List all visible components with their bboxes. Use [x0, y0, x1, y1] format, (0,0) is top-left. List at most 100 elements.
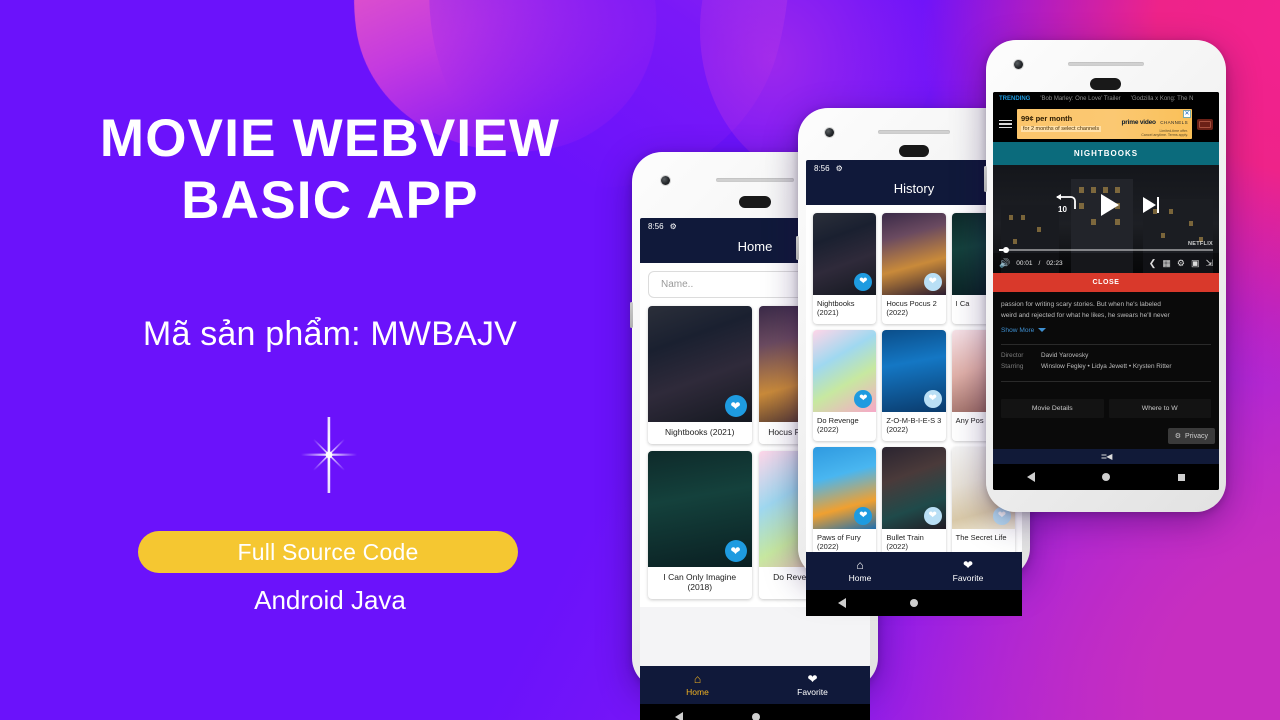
ad-brand-sub: CHANNELS: [1160, 119, 1188, 125]
movie-title: Paws of Fury (2022): [817, 532, 861, 551]
grid-icon[interactable]: ▦: [1162, 258, 1171, 268]
nav-item-favorite[interactable]: ❤ Favorite: [914, 552, 1022, 590]
prime-video-ad-banner[interactable]: 99¢ per month for 2 months of select cha…: [1017, 109, 1192, 139]
video-player[interactable]: 10 NETFLIX 🔊 00:01 / 02:23 ❮ ▦ ⚙ ▣ ⇲: [993, 165, 1219, 273]
keyboard-icon[interactable]: ≣◀: [1101, 452, 1113, 461]
ad-headline: 99¢ per month: [1021, 114, 1073, 124]
full-source-code-button[interactable]: Full Source Code: [138, 531, 518, 573]
side-button[interactable]: [984, 166, 987, 192]
tab-where-to-watch[interactable]: Where to W: [1108, 398, 1211, 418]
ad-brand: prime video: [1121, 118, 1156, 126]
nav-item-home[interactable]: ⌂ Home: [640, 666, 755, 704]
favorite-heart-icon[interactable]: ❤: [724, 539, 747, 562]
movie-poster[interactable]: ❤: [813, 446, 877, 529]
play-icon[interactable]: [1100, 194, 1119, 216]
ad-close-icon[interactable]: ✕: [1183, 110, 1191, 118]
earpiece-speaker: [878, 130, 950, 134]
privacy-badge[interactable]: ⚙ Privacy: [1167, 428, 1215, 444]
earpiece-speaker: [716, 178, 794, 182]
movie-poster[interactable]: ❤: [882, 329, 946, 412]
movie-poster[interactable]: ❤: [648, 306, 752, 422]
gear-icon: ⚙: [669, 222, 677, 231]
favorite-heart-icon[interactable]: ❤: [923, 506, 942, 525]
credit-value: Winslow Fegley • Lidya Jewett • Krysten …: [1041, 362, 1172, 370]
movie-title: Hocus Pocus 2 (2022): [886, 299, 937, 318]
credit-key: Director: [1001, 351, 1024, 359]
back-icon[interactable]: [838, 598, 847, 608]
home-icon[interactable]: [910, 599, 919, 607]
gear-icon: ⚙: [1174, 433, 1182, 440]
movie-poster[interactable]: ❤: [813, 213, 877, 295]
tab-movie-details[interactable]: Movie Details: [1001, 398, 1104, 418]
title-line-1: MOVIE WEBVIEW: [99, 109, 561, 168]
player-transport-controls: 10: [993, 193, 1219, 217]
movie-card[interactable]: ❤ I Can Only Imagine (2018): [648, 450, 752, 599]
home-icon: ⌂: [856, 558, 864, 572]
close-button[interactable]: CLOSE: [993, 273, 1219, 292]
side-button[interactable]: [630, 302, 633, 328]
rewind-10-icon[interactable]: 10: [1053, 193, 1077, 217]
movie-card[interactable]: ❤ Hocus Pocus 2 (2022): [882, 213, 946, 324]
movie-card[interactable]: ❤ Do Revenge (2022): [813, 329, 877, 441]
next-icon[interactable]: [1142, 197, 1160, 213]
camera-icon: [661, 176, 670, 185]
home-icon[interactable]: [1102, 473, 1111, 481]
gear-icon[interactable]: ⚙: [1177, 258, 1185, 268]
phone3-screen: TRENDING 'Bob Marley: One Love' Trailer …: [993, 92, 1219, 490]
gear-icon: ⚙: [835, 164, 843, 173]
status-time: 8:56: [648, 222, 664, 231]
movie-poster[interactable]: ❤: [882, 213, 946, 295]
nav-item-favorite[interactable]: ❤ Favorite: [755, 666, 870, 704]
movie-card[interactable]: ❤ Nightbooks (2021): [648, 306, 752, 444]
recents-icon[interactable]: [1178, 473, 1186, 481]
trending-item-1[interactable]: 'Godzilla x Kong: The N: [1131, 96, 1194, 102]
movie-card[interactable]: ❤ Nightbooks (2021): [813, 213, 877, 324]
movie-poster[interactable]: ❤: [648, 450, 752, 567]
movie-title: Do Revenge (2022): [817, 415, 859, 435]
product-code: Mã sản phẩm: MWBAJV: [142, 315, 518, 353]
show-more-label: Show More: [1001, 326, 1035, 334]
nav-item-label: Favorite: [797, 687, 828, 697]
back-icon[interactable]: [674, 712, 683, 720]
movie-poster[interactable]: ❤: [813, 329, 877, 412]
home-icon[interactable]: [751, 713, 760, 720]
phone-mockup-player: TRENDING 'Bob Marley: One Love' Trailer …: [984, 40, 1226, 512]
sensor-pill: [739, 196, 771, 208]
privacy-label: Privacy: [1185, 432, 1208, 440]
movie-title: Nightbooks (2021): [665, 427, 735, 437]
movie-title: Nightbooks (2021): [817, 299, 855, 318]
android-navigation-bar: [993, 464, 1219, 490]
heart-icon: ❤: [807, 672, 818, 686]
favorite-heart-icon[interactable]: ❤: [724, 395, 747, 417]
credit-value: David Yarovesky: [1041, 351, 1089, 359]
chevron-down-icon: [1038, 328, 1047, 333]
divider: [1001, 380, 1211, 382]
ticket-icon[interactable]: [1197, 118, 1213, 130]
side-button[interactable]: [796, 236, 799, 260]
movie-poster[interactable]: ❤: [882, 446, 946, 529]
movie-card[interactable]: ❤ Paws of Fury (2022): [813, 446, 877, 552]
promo-panel: MOVIE WEBVIEW BASIC APP Mã sản phẩm: MWB…: [0, 0, 660, 720]
movie-card[interactable]: ❤ Z-O-M-B-I-E-S 3 (2022): [882, 329, 946, 441]
hamburger-icon[interactable]: [999, 119, 1012, 129]
share-icon[interactable]: ❮: [1149, 258, 1157, 268]
favorite-heart-icon[interactable]: ❤: [923, 389, 942, 408]
sensor-pill: [1090, 78, 1121, 90]
earpiece-speaker: [1068, 62, 1144, 66]
netflix-watermark: NETFLIX: [1187, 241, 1213, 247]
favorite-heart-icon[interactable]: ❤: [854, 389, 873, 408]
show-more-link[interactable]: Show More: [1001, 327, 1211, 334]
movie-card[interactable]: ❤ Bullet Train (2022): [882, 446, 946, 552]
fullscreen-icon[interactable]: ⇲: [1205, 258, 1213, 268]
trending-item-0[interactable]: 'Bob Marley: One Love' Trailer: [1040, 96, 1120, 102]
favorite-heart-icon[interactable]: ❤: [923, 273, 942, 291]
picture-in-picture-icon[interactable]: ▣: [1191, 258, 1200, 268]
back-icon[interactable]: [1026, 472, 1035, 482]
nav-item-home[interactable]: ⌂ Home: [806, 552, 914, 590]
seek-bar[interactable]: [999, 247, 1213, 253]
android-navigation-bar: [640, 704, 870, 720]
camera-icon: [825, 128, 834, 137]
favorite-heart-icon[interactable]: ❤: [854, 506, 873, 525]
volume-icon[interactable]: 🔊: [999, 258, 1010, 268]
nav-item-label: Home: [848, 573, 872, 583]
